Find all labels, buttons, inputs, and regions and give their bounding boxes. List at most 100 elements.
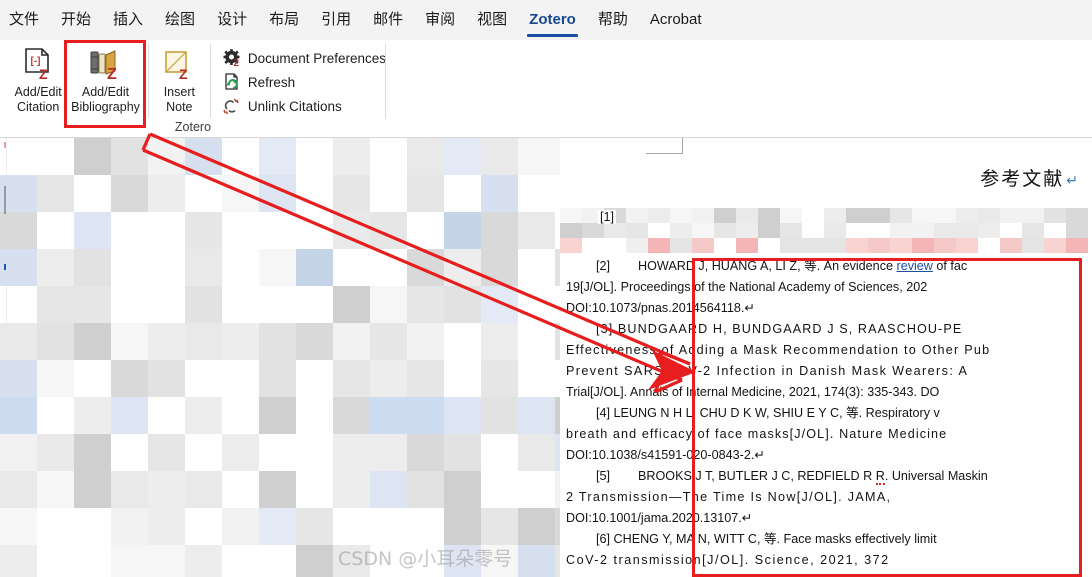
mosaic-tile (185, 249, 222, 286)
mosaic-tile (1066, 208, 1088, 223)
mosaic-tile (868, 238, 890, 253)
highlight-box-bibliography-button (64, 40, 146, 128)
mosaic-tile (758, 208, 780, 223)
mosaic-tile (0, 434, 37, 471)
mosaic-tile (648, 208, 670, 223)
mosaic-tile (296, 249, 333, 286)
tab-home[interactable]: 开始 (50, 0, 102, 40)
svg-text:Z: Z (233, 58, 239, 67)
mosaic-tile (37, 286, 74, 323)
mosaic-tile (692, 208, 714, 223)
mosaic-tile (518, 138, 555, 175)
insert-note-button[interactable]: Z Insert Note (154, 42, 205, 120)
unlink-citations-button[interactable]: Unlink Citations (222, 94, 386, 118)
tab-file[interactable]: 文件 (0, 0, 50, 40)
mosaic-tile (1000, 208, 1022, 223)
mosaic-tile (222, 323, 259, 360)
mosaic-tile (560, 223, 582, 238)
mosaic-tile (0, 545, 37, 577)
refresh-button[interactable]: Refresh (222, 70, 386, 94)
mosaic-tile (185, 397, 222, 434)
mosaic-tile (890, 238, 912, 253)
mosaic-tile (185, 471, 222, 508)
references-heading: 参考文献 ↵ (980, 164, 1080, 191)
tab-label: 设计 (217, 11, 248, 28)
tab-label: 插入 (113, 11, 144, 28)
tab-label: 布局 (269, 11, 300, 28)
mosaic-tile (407, 175, 444, 212)
mosaic-tile (111, 360, 148, 397)
ribbon-tab-bar: 文件 开始 插入 绘图 设计 布局 引用 邮件 审阅 视图 Zotero 帮助 … (0, 0, 1092, 41)
mosaic-tile (185, 545, 222, 577)
mosaic-tile (333, 175, 370, 212)
mosaic-tile (444, 434, 481, 471)
tab-mailings[interactable]: 邮件 (362, 0, 414, 40)
tab-view[interactable]: 视图 (466, 0, 518, 40)
tab-label: 邮件 (373, 11, 404, 28)
mosaic-tile (626, 223, 648, 238)
document-preferences-button[interactable]: Z Document Preferences (222, 46, 386, 70)
mosaic-tile (912, 208, 934, 223)
mosaic-tile (296, 323, 333, 360)
tab-insert[interactable]: 插入 (102, 0, 154, 40)
reference-text-segment: [5] (596, 469, 611, 483)
reference-1-number: [1] (598, 210, 617, 224)
tab-label: 视图 (477, 11, 508, 28)
mosaic-tile (444, 508, 481, 545)
mosaic-tile (148, 175, 185, 212)
mosaic-tile (444, 249, 481, 286)
mosaic-tile (1022, 208, 1044, 223)
tab-layout[interactable]: 布局 (258, 0, 310, 40)
tab-draw[interactable]: 绘图 (154, 0, 206, 40)
tab-references[interactable]: 引用 (310, 0, 362, 40)
add-edit-citation-button[interactable]: [-] Z Add/Edit Citation (8, 42, 68, 120)
tab-help[interactable]: 帮助 (587, 0, 639, 40)
mosaic-tile (259, 471, 296, 508)
mosaic-tile (481, 323, 518, 360)
mosaic-tile (148, 508, 185, 545)
mosaic-tile (0, 212, 37, 249)
mosaic-tile (333, 286, 370, 323)
tab-review[interactable]: 审阅 (414, 0, 466, 40)
mosaic-tile (74, 138, 111, 175)
page-margin-corner-mark (646, 138, 683, 154)
svg-text:Z: Z (179, 66, 188, 82)
mosaic-tile (333, 138, 370, 175)
redacted-reference-1: [1] (560, 208, 1092, 254)
mosaic-tile (444, 397, 481, 434)
ribbon-divider-2 (210, 44, 211, 118)
tab-zotero[interactable]: Zotero (518, 0, 587, 40)
mosaic-tile (758, 223, 780, 238)
mosaic-tile (846, 238, 868, 253)
mosaic-tile (370, 434, 407, 471)
mosaic-tile (185, 323, 222, 360)
mosaic-tile (912, 238, 934, 253)
mosaic-tile (481, 286, 518, 323)
unlink-citations-label: Unlink Citations (247, 98, 342, 114)
mosaic-tile (111, 397, 148, 434)
tab-acrobat[interactable]: Acrobat (639, 0, 713, 40)
tab-design[interactable]: 设计 (206, 0, 258, 40)
mosaic-tile (780, 208, 802, 223)
mosaic-tile (0, 323, 37, 360)
mosaic-tile (736, 208, 758, 223)
mosaic-tile (148, 434, 185, 471)
mosaic-tile (111, 471, 148, 508)
mosaic-tile (582, 223, 604, 238)
mosaic-tile (407, 249, 444, 286)
mosaic-tile (0, 508, 37, 545)
mosaic-tile (74, 397, 111, 434)
mosaic-tile (259, 175, 296, 212)
mosaic-tile (333, 434, 370, 471)
mosaic-tile (670, 238, 692, 253)
watermark-prefix: CSDN (338, 548, 393, 570)
mosaic-tile (670, 223, 692, 238)
mosaic-tile (111, 508, 148, 545)
mosaic-tile (934, 208, 956, 223)
mosaic-tile (890, 223, 912, 238)
mosaic-tile (560, 208, 582, 223)
margin-mark-b (4, 186, 6, 214)
mosaic-tile (1066, 223, 1088, 238)
mosaic-tile (333, 471, 370, 508)
add-edit-citation-label: Add/Edit Citation (14, 85, 62, 114)
